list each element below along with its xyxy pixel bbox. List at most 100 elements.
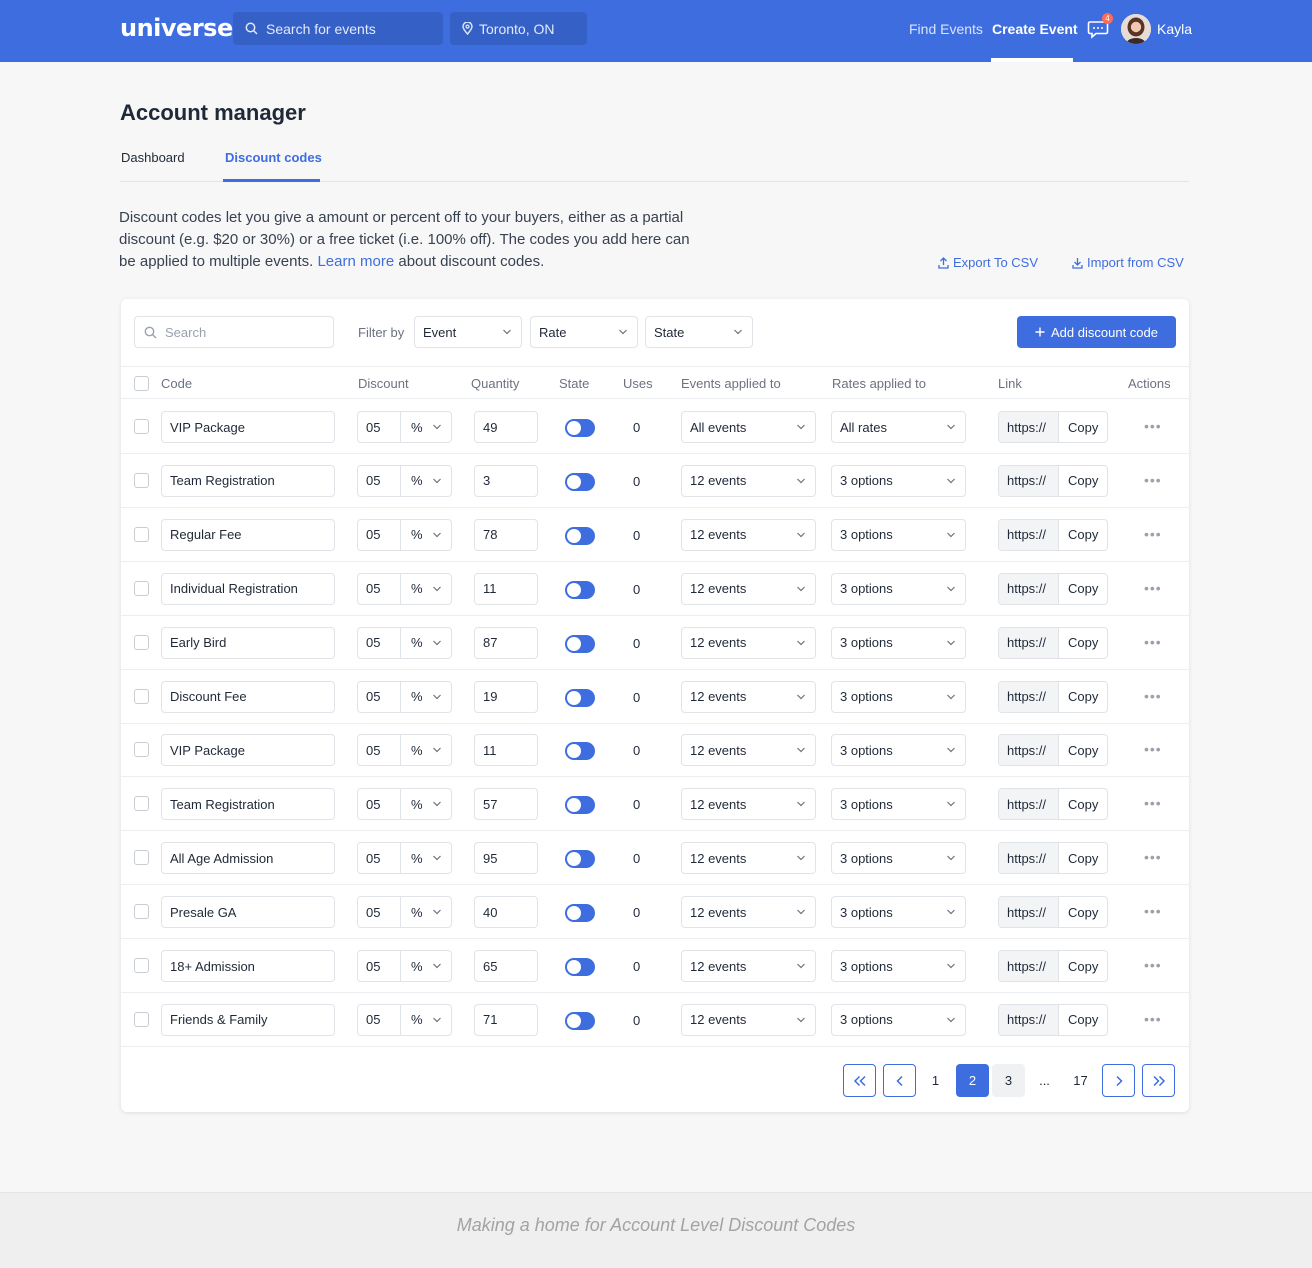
export-csv-link[interactable]: Export To CSV — [938, 255, 1038, 270]
link-url[interactable]: https:// — [999, 681, 1059, 712]
code-input[interactable]: Presale GA — [161, 896, 335, 929]
state-toggle[interactable] — [565, 634, 595, 653]
more-actions-icon[interactable]: ••• — [1144, 634, 1162, 650]
discount-amount[interactable]: 05 — [358, 735, 401, 766]
discount-amount[interactable]: 05 — [358, 573, 401, 604]
copy-link-button[interactable]: Copy — [1059, 959, 1098, 974]
discount-input[interactable]: 05 % — [357, 464, 452, 497]
code-input[interactable]: Friends & Family — [161, 1003, 335, 1036]
discount-input[interactable]: 05 % — [357, 842, 452, 875]
discount-input[interactable]: 05 % — [357, 626, 452, 659]
quantity-input[interactable]: 57 — [474, 788, 538, 821]
copy-link-button[interactable]: Copy — [1059, 420, 1098, 435]
link-url[interactable]: https:// — [999, 1004, 1059, 1035]
code-input[interactable]: Discount Fee — [161, 680, 335, 713]
copy-link-button[interactable]: Copy — [1059, 797, 1098, 812]
rates-applied-select[interactable]: 3 options — [831, 842, 966, 875]
rates-applied-select[interactable]: 3 options — [831, 896, 966, 929]
column-header-code[interactable]: Code — [161, 376, 192, 391]
state-toggle[interactable] — [565, 1011, 595, 1030]
row-checkbox[interactable] — [134, 419, 149, 434]
page-1[interactable]: 1 — [919, 1064, 952, 1097]
events-applied-select[interactable]: 12 events — [681, 1003, 816, 1036]
more-actions-icon[interactable]: ••• — [1144, 741, 1162, 757]
rates-applied-select[interactable]: 3 options — [831, 1003, 966, 1036]
events-applied-select[interactable]: 12 events — [681, 950, 816, 982]
discount-input[interactable]: 05 % — [357, 411, 452, 443]
code-input[interactable]: Team Registration — [161, 464, 335, 497]
events-applied-select[interactable]: 12 events — [681, 896, 816, 929]
link-url[interactable]: https:// — [999, 897, 1059, 928]
column-header-quantity[interactable]: Quantity — [471, 376, 519, 391]
rates-applied-select[interactable]: 3 options — [831, 680, 966, 713]
event-search-input[interactable]: Search for events — [233, 12, 443, 45]
discount-unit-select[interactable]: % — [401, 473, 423, 488]
code-input[interactable]: Individual Registration — [161, 572, 335, 605]
copy-link-button[interactable]: Copy — [1059, 581, 1098, 596]
state-toggle[interactable] — [565, 742, 595, 761]
link-url[interactable]: https:// — [999, 735, 1059, 766]
rates-applied-select[interactable]: All rates — [831, 411, 966, 443]
rates-applied-select[interactable]: 3 options — [831, 626, 966, 659]
rates-applied-select[interactable]: 3 options — [831, 518, 966, 551]
discount-input[interactable]: 05 % — [357, 680, 452, 713]
row-checkbox[interactable] — [134, 634, 149, 650]
state-toggle[interactable] — [565, 580, 595, 599]
discount-unit-select[interactable]: % — [401, 1012, 423, 1027]
rates-applied-select[interactable]: 3 options — [831, 734, 966, 767]
select-all-checkbox[interactable] — [134, 376, 149, 391]
row-checkbox[interactable] — [134, 796, 149, 812]
column-header-discount[interactable]: Discount — [358, 376, 409, 391]
universe-logo[interactable]: universe — [120, 14, 233, 42]
code-input[interactable]: Regular Fee — [161, 518, 335, 551]
state-toggle[interactable] — [565, 958, 595, 976]
discount-input[interactable]: 05 % — [357, 896, 452, 929]
events-applied-select[interactable]: 12 events — [681, 626, 816, 659]
state-toggle[interactable] — [565, 796, 595, 815]
nav-find-events[interactable]: Find Events — [909, 21, 983, 37]
discount-amount[interactable]: 05 — [358, 1004, 401, 1035]
link-url[interactable]: https:// — [999, 627, 1059, 658]
user-name[interactable]: Kayla — [1157, 21, 1192, 37]
discount-amount[interactable]: 05 — [358, 627, 401, 658]
discount-input[interactable]: 05 % — [357, 734, 452, 767]
discount-unit-select[interactable]: % — [401, 905, 423, 920]
discount-amount[interactable]: 05 — [358, 465, 401, 496]
code-input[interactable]: All Age Admission — [161, 842, 335, 875]
quantity-input[interactable]: 87 — [474, 626, 538, 659]
more-actions-icon[interactable]: ••• — [1144, 795, 1162, 811]
state-toggle[interactable] — [565, 472, 595, 491]
discount-input[interactable]: 05 % — [357, 1003, 452, 1036]
row-checkbox[interactable] — [134, 850, 149, 866]
column-header-rates[interactable]: Rates applied to — [832, 376, 926, 391]
first-page-button[interactable] — [843, 1064, 876, 1097]
row-checkbox[interactable] — [134, 904, 149, 920]
link-url[interactable]: https:// — [999, 465, 1059, 496]
last-page-button[interactable] — [1142, 1064, 1175, 1097]
discount-unit-select[interactable]: % — [401, 420, 423, 435]
tab-dashboard[interactable]: Dashboard — [121, 150, 185, 165]
copy-link-button[interactable]: Copy — [1059, 689, 1098, 704]
page-3[interactable]: 3 — [992, 1064, 1025, 1097]
column-header-events[interactable]: Events applied to — [681, 376, 781, 391]
row-checkbox[interactable] — [134, 1011, 149, 1027]
events-applied-select[interactable]: 12 events — [681, 788, 816, 821]
events-applied-select[interactable]: All events — [681, 411, 816, 443]
more-actions-icon[interactable]: ••• — [1144, 957, 1162, 973]
events-applied-select[interactable]: 12 events — [681, 572, 816, 605]
discount-amount[interactable]: 05 — [358, 519, 401, 550]
events-applied-select[interactable]: 12 events — [681, 842, 816, 875]
table-search-input[interactable]: Search — [134, 316, 334, 348]
discount-unit-select[interactable]: % — [401, 797, 423, 812]
more-actions-icon[interactable]: ••• — [1144, 849, 1162, 865]
quantity-input[interactable]: 40 — [474, 896, 538, 929]
learn-more-link[interactable]: Learn more — [317, 253, 394, 270]
column-header-uses[interactable]: Uses — [623, 376, 653, 391]
filter-rate-select[interactable]: Rate — [530, 316, 638, 348]
link-url[interactable]: https:// — [999, 519, 1059, 550]
state-toggle[interactable] — [565, 526, 595, 545]
discount-amount[interactable]: 05 — [358, 412, 401, 442]
copy-link-button[interactable]: Copy — [1059, 743, 1098, 758]
more-actions-icon[interactable]: ••• — [1144, 1011, 1162, 1027]
events-applied-select[interactable]: 12 events — [681, 464, 816, 497]
